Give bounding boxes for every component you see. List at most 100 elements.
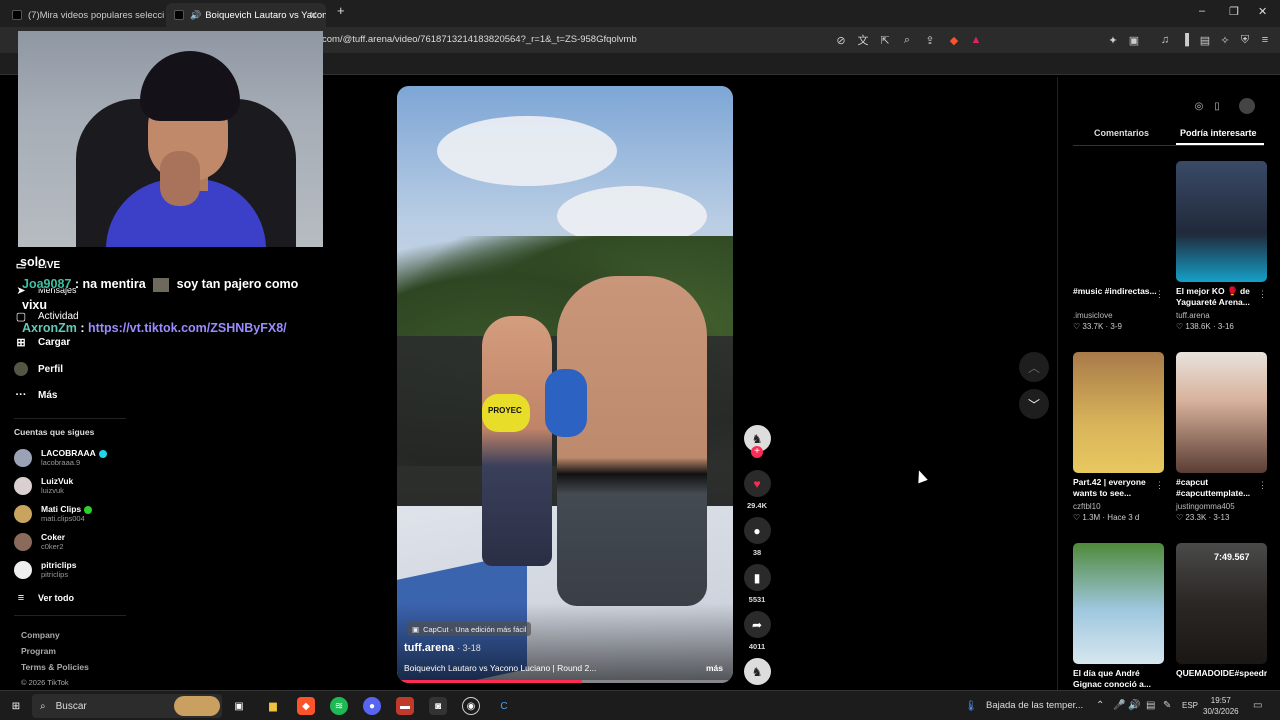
no-tracking-icon[interactable]: ⊘ (834, 33, 848, 47)
tab-recommended[interactable]: Podría interesarte (1180, 128, 1257, 138)
chat-line: AxronZm : https://vt.tiktok.com/ZSHNByFX… (22, 321, 287, 335)
like-button[interactable]: ♥ 29.4K (743, 470, 771, 510)
like-count: 29.4K (746, 501, 767, 510)
tab-comments[interactable]: Comentarios (1094, 128, 1149, 138)
sidebar-item-more[interactable]: ··· Más (14, 388, 58, 402)
following-account[interactable]: Coker c0ker2 (14, 532, 65, 551)
chevron-up-icon[interactable]: ⌃ (1096, 700, 1104, 711)
more-options-icon[interactable]: ⋮ (1155, 289, 1164, 300)
card-meta: ♡ 1.3M · Hace 3 d (1073, 513, 1140, 522)
weather-widget[interactable]: Bajada de las temper... (986, 700, 1083, 711)
footer-link[interactable]: Program (21, 646, 56, 656)
following-account[interactable]: LuizVuk luizvuk (14, 476, 73, 495)
recommended-video-card[interactable]: ⋮ #capcut #capcuttemplate... justingomma… (1176, 352, 1267, 522)
chevron-up-icon: ︿ (1027, 360, 1040, 375)
voicemod-icon[interactable]: ▬ (396, 697, 414, 715)
see-all-label: Ver todo (38, 593, 75, 603)
account-handle: mati.clips004 (41, 514, 85, 523)
menu-icon[interactable]: ≡ (1258, 33, 1272, 47)
chat-line: solo (20, 255, 46, 269)
notifications-icon[interactable]: ▭ (1253, 700, 1262, 711)
capcut-badge[interactable]: ▣ CapCut · Una edición más fácil (407, 622, 532, 636)
following-account[interactable]: pitriclips pitriclips (14, 560, 76, 579)
more-options-icon[interactable]: ⋮ (1155, 480, 1164, 491)
ai-icon[interactable]: ✧ (1218, 33, 1232, 47)
follow-plus-icon[interactable]: + (751, 446, 763, 458)
verified-icon (98, 449, 107, 458)
wallet-icon[interactable]: ▤ (1198, 33, 1212, 47)
restore-icon[interactable]: ❐ (1229, 5, 1239, 18)
clock[interactable]: 19:57 30/3/2026 (1203, 695, 1239, 717)
see-all-link[interactable]: ≡ Ver todo (14, 591, 74, 605)
user-avatar-icon[interactable] (1239, 98, 1255, 114)
creator-avatar-button[interactable]: ♞ + (743, 425, 771, 458)
microphone-icon[interactable]: 🎤 (1113, 700, 1125, 711)
footer-link[interactable]: Company (21, 630, 60, 640)
pip-icon[interactable]: ▣ (1127, 33, 1141, 47)
recommended-video-card[interactable]: ⋮ El mejor KO 🥊 de Yaguareté Arena... tu… (1176, 161, 1267, 331)
minimize-icon[interactable]: – (1199, 5, 1205, 17)
app-icon[interactable]: C (495, 697, 513, 715)
compass-icon[interactable]: ◎ (1191, 98, 1207, 114)
address-bar[interactable]: com/@tuff.arena/video/761871321418382056… (322, 34, 637, 45)
sidebar-icon[interactable]: ▐ (1178, 33, 1192, 47)
sidebar-item-profile[interactable]: Perfil (14, 362, 63, 376)
following-account[interactable]: Mati Clips mati.clips004 (14, 504, 93, 523)
task-view-icon[interactable]: ▣ (230, 697, 248, 715)
more-button[interactable]: más (706, 663, 723, 673)
language-indicator[interactable]: ESP (1182, 701, 1198, 710)
close-tab-icon[interactable]: ✕ (309, 9, 318, 22)
brave-icon[interactable]: ◆ (297, 697, 315, 715)
taskbar-search[interactable]: ⌕ Buscar (32, 694, 222, 718)
recommended-video-card[interactable]: ⋮ #music #indirectas... .imusiclove ♡ 33… (1073, 161, 1164, 331)
windows-start-icon[interactable]: ⊞ (7, 697, 25, 715)
comment-button[interactable]: ● 38 (743, 517, 771, 557)
rewards-icon[interactable]: ▲ (969, 33, 983, 47)
video-author[interactable]: tuff.arena · 3-18 (404, 642, 481, 654)
card-author: .imusiclove (1073, 311, 1113, 320)
next-video-button[interactable]: ﹀ (1019, 389, 1049, 419)
pen-icon[interactable]: ✎ (1163, 700, 1171, 711)
open-external-icon[interactable]: ⇱ (878, 33, 892, 47)
new-tab-icon[interactable]: + (337, 3, 345, 18)
close-icon[interactable]: ✕ (1258, 5, 1267, 18)
translate-icon[interactable]: 文 (856, 33, 870, 47)
discord-icon[interactable]: ● (363, 697, 381, 715)
sidebar-item-label: Cargar (38, 336, 71, 348)
thermometer-icon: 🌡 (964, 700, 978, 712)
music-icon[interactable]: ♫ (1158, 33, 1172, 47)
chat-link[interactable]: https://vt.tiktok.com/ZSHNByFX8/ (88, 321, 287, 335)
tiktok-icon (174, 10, 184, 20)
network-icon[interactable]: ▤ (1146, 700, 1155, 711)
zoom-icon[interactable]: ⌕ (900, 33, 914, 47)
author-name: tuff.arena (404, 642, 455, 654)
recommended-video-card[interactable]: ⋮ Part.42 | everyone wants to see... czf… (1073, 352, 1164, 522)
previous-video-button[interactable]: ︿ (1019, 352, 1049, 382)
more-options-icon[interactable]: ⋮ (1258, 480, 1267, 491)
vpn-icon[interactable]: ⛨ (1238, 33, 1252, 47)
chat-text: solo (20, 255, 46, 269)
brave-shield-icon[interactable]: ◆ (947, 33, 961, 47)
streamlabs-icon[interactable]: ◙ (429, 697, 447, 715)
save-button[interactable]: ▮ 5531 (743, 564, 771, 604)
file-explorer-icon[interactable]: ▆ (264, 697, 282, 715)
video-player[interactable]: PROYEC ▣ CapCut · Una edición más fácil … (397, 86, 733, 683)
more-options-icon[interactable]: ⋮ (1258, 289, 1267, 300)
share-icon[interactable]: ⇪ (923, 33, 937, 47)
following-account[interactable]: LACOBRAAA lacobraaa.9 (14, 448, 107, 467)
share-button[interactable]: ➦ 4011 (743, 611, 771, 651)
obs-icon[interactable]: ◉ (462, 697, 480, 715)
volume-icon[interactable]: 🔊 (1128, 700, 1140, 711)
video-progress-bar[interactable] (397, 680, 733, 683)
browser-tab-active[interactable]: 🔊 Boiquevich Lautaro vs Yacono ✕ (166, 3, 326, 27)
browser-tab[interactable]: (7)Mira videos populares seleccionad (4, 3, 164, 27)
recommended-video-card[interactable]: El día que André Gignac conoció a... (1073, 543, 1164, 690)
chat-text: : (80, 321, 85, 335)
sidebar-item-upload[interactable]: ⊞ Cargar (14, 335, 70, 349)
spotify-icon[interactable]: ≋ (330, 697, 348, 715)
footer-link[interactable]: Terms & Policies (21, 662, 89, 672)
recommended-video-card[interactable]: 7:49.567 QUEMADOIDE#speedrunresidente... (1176, 543, 1267, 690)
sound-button[interactable]: ♞ (743, 658, 771, 685)
device-icon[interactable]: ▯ (1209, 98, 1225, 114)
extensions-icon[interactable]: ✦ (1106, 33, 1120, 47)
